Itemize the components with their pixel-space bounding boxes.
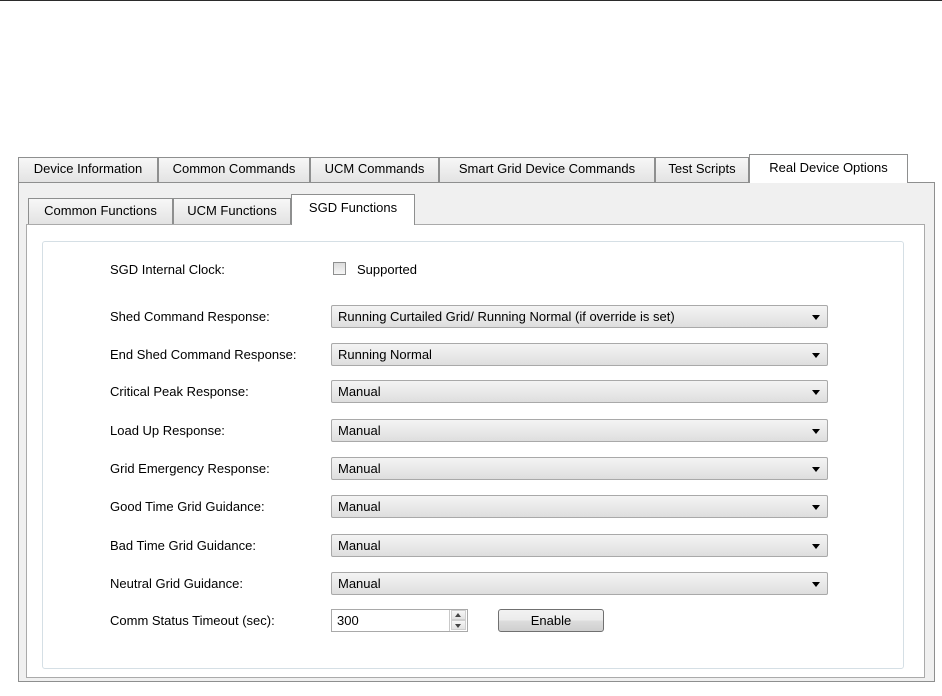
top-border-line [0, 0, 942, 1]
chevron-down-icon [812, 505, 820, 510]
tab-test-scripts[interactable]: Test Scripts [655, 157, 749, 182]
chevron-down-icon [812, 315, 820, 320]
end-shed-command-response-label: End Shed Command Response: [110, 347, 297, 362]
good-time-grid-guidance-label: Good Time Grid Guidance: [110, 499, 265, 514]
tab-label: UCM Functions [187, 203, 277, 218]
timeout-spinner [449, 610, 467, 631]
tab-real-device-options[interactable]: Real Device Options [749, 154, 908, 183]
comm-status-timeout-label: Comm Status Timeout (sec): [110, 613, 275, 628]
tab-label: Common Functions [44, 203, 157, 218]
tab-label: UCM Commands [324, 161, 425, 176]
chevron-down-icon [812, 582, 820, 587]
tab-label: Real Device Options [769, 160, 888, 175]
selected-value: Manual [338, 461, 381, 476]
neutral-grid-guidance-label: Neutral Grid Guidance: [110, 576, 243, 591]
critical-peak-response-select[interactable]: Manual [331, 380, 828, 403]
critical-peak-response-label: Critical Peak Response: [110, 384, 249, 399]
chevron-down-icon [812, 353, 820, 358]
load-up-response-select[interactable]: Manual [331, 419, 828, 442]
tab-ucm-functions[interactable]: UCM Functions [173, 198, 291, 224]
tab-common-functions[interactable]: Common Functions [28, 198, 173, 224]
sgd-internal-clock-label: SGD Internal Clock: [110, 262, 225, 277]
end-shed-command-response-select[interactable]: Running Normal [331, 343, 828, 366]
tab-ucm-commands[interactable]: UCM Commands [310, 157, 439, 182]
chevron-down-icon [812, 429, 820, 434]
spin-down-icon[interactable] [451, 620, 466, 630]
load-up-response-label: Load Up Response: [110, 423, 225, 438]
bad-time-grid-guidance-label: Bad Time Grid Guidance: [110, 538, 256, 553]
tab-sgd-functions[interactable]: SGD Functions [291, 194, 415, 225]
tab-label: Common Commands [172, 161, 296, 176]
spin-up-icon[interactable] [451, 610, 466, 620]
tab-label: SGD Functions [308, 200, 398, 215]
chevron-down-icon [812, 467, 820, 472]
timeout-value: 300 [337, 613, 359, 628]
neutral-grid-guidance-select[interactable]: Manual [331, 572, 828, 595]
enable-button[interactable]: Enable [498, 609, 604, 632]
grid-emergency-response-label: Grid Emergency Response: [110, 461, 270, 476]
selected-value: Manual [338, 538, 381, 553]
shed-command-response-label: Shed Command Response: [110, 309, 270, 324]
good-time-grid-guidance-select[interactable]: Manual [331, 495, 828, 518]
tab-label: Smart Grid Device Commands [458, 161, 636, 176]
shed-command-response-select[interactable]: Running Curtailed Grid/ Running Normal (… [331, 305, 828, 328]
selected-value: Running Normal [338, 347, 432, 362]
selected-value: Manual [338, 384, 381, 399]
selected-value: Running Curtailed Grid/ Running Normal (… [338, 309, 675, 324]
selected-value: Manual [338, 576, 381, 591]
chevron-down-icon [812, 390, 820, 395]
tab-common-commands[interactable]: Common Commands [158, 157, 310, 182]
selected-value: Manual [338, 423, 381, 438]
supported-checkbox-label[interactable]: Supported [357, 262, 417, 277]
tab-label: Test Scripts [668, 161, 736, 176]
supported-checkbox[interactable] [333, 262, 346, 275]
comm-status-timeout-input[interactable]: 300 [331, 609, 468, 632]
tab-device-information[interactable]: Device Information [18, 157, 158, 182]
bad-time-grid-guidance-select[interactable]: Manual [331, 534, 828, 557]
chevron-down-icon [812, 544, 820, 549]
grid-emergency-response-select[interactable]: Manual [331, 457, 828, 480]
tab-label: Device Information [33, 161, 143, 176]
tab-smart-grid-device-commands[interactable]: Smart Grid Device Commands [439, 157, 655, 182]
selected-value: Manual [338, 499, 381, 514]
